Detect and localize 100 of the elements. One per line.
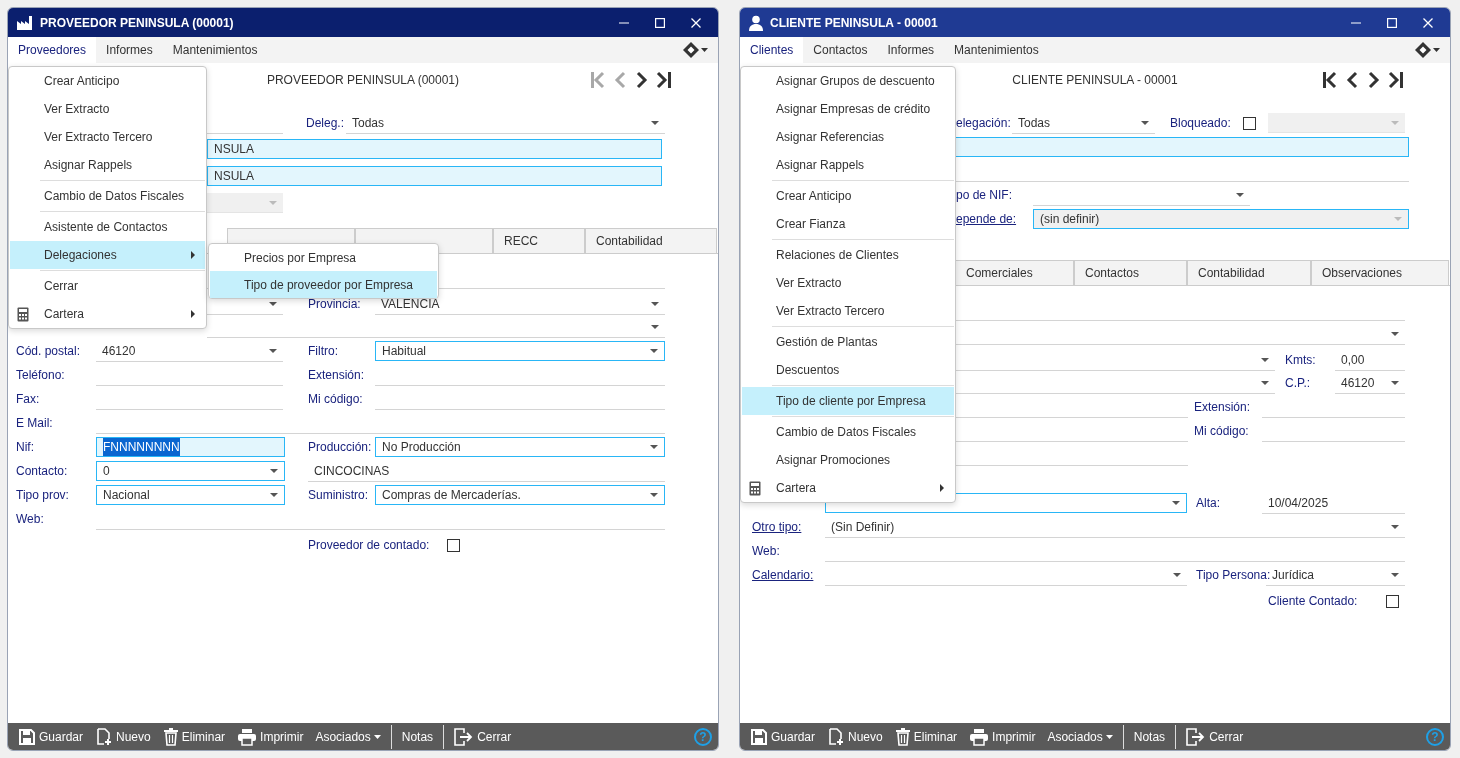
checkbox[interactable] [1386, 594, 1399, 608]
field-label: Producción: [308, 439, 372, 456]
menu-bar-item[interactable]: Proveedores [8, 37, 97, 63]
toolbar-button[interactable]: Imprimir [231, 723, 310, 750]
checkbox[interactable] [447, 538, 460, 552]
menu-bar-item[interactable]: Informes [877, 37, 945, 63]
menu-bar-item[interactable]: Informes [96, 37, 163, 63]
toolbar-button[interactable]: Notas [395, 723, 440, 750]
menu-item[interactable]: Cartera [10, 300, 205, 328]
menu-item[interactable]: Ver Extracto Tercero [10, 123, 205, 151]
last-record-icon[interactable] [1388, 70, 1404, 90]
menu-item[interactable]: Asignar Grupos de descuento [742, 67, 954, 95]
menu-item[interactable]: Asignar Rappels [10, 151, 205, 179]
tab[interactable]: Contabilidad [1187, 260, 1311, 285]
menu-item[interactable]: Asignar Referencias [742, 123, 954, 151]
tab[interactable]: Observaciones [1311, 260, 1449, 285]
toolbar-button[interactable]: Eliminar [156, 723, 232, 750]
menu-bar-item[interactable]: Clientes [740, 37, 804, 63]
input-field[interactable]: 10/04/2025 [1262, 492, 1405, 514]
menu-item[interactable]: Cartera [742, 474, 954, 502]
dropdown-caret-icon [650, 493, 658, 497]
dropdown-caret-icon [1141, 120, 1149, 125]
tab[interactable]: Contactos [1074, 260, 1187, 285]
close-icon[interactable] [691, 17, 701, 28]
menu-item[interactable]: Cambio de Datos Fiscales [742, 418, 954, 446]
last-record-icon[interactable] [656, 70, 672, 90]
dropdown-field[interactable]: 46120 [96, 340, 283, 362]
menu-item[interactable]: Ver Extracto [10, 95, 205, 123]
toolbar-button[interactable]: Guardar [12, 723, 90, 750]
checkbox[interactable] [1243, 116, 1256, 130]
menu-bar-item[interactable]: Mantenimientos [162, 37, 268, 63]
first-record-icon[interactable] [1322, 70, 1338, 90]
input-field[interactable]: 0,00 [1335, 349, 1405, 371]
diamond-icon[interactable] [682, 41, 700, 59]
input-field[interactable]: FNNNNNNNN [96, 437, 285, 457]
menu-item[interactable]: Precios por Empresa [210, 244, 437, 271]
dropdown-field[interactable]: 46120 [1335, 372, 1405, 394]
field-link[interactable]: Otro tipo: [752, 518, 802, 536]
submenu-arrow-icon [191, 310, 195, 318]
input-field[interactable]: NSULA [207, 139, 662, 159]
maximize-icon[interactable] [1387, 17, 1397, 28]
dropdown-field[interactable]: No Producción [375, 437, 665, 457]
menu-item[interactable]: Tipo de proveedor por Empresa [210, 271, 437, 298]
toolbar-button[interactable]: Eliminar [888, 723, 964, 750]
menu-item[interactable]: Descuentos [742, 356, 954, 384]
diamond-icon[interactable] [1414, 41, 1432, 59]
toolbar-button[interactable]: Cerrar [1180, 723, 1250, 750]
caret-icon[interactable] [1433, 48, 1440, 52]
dropdown-field[interactable]: (Sin Definir) [825, 516, 1405, 538]
printer-icon [237, 727, 258, 746]
menu-item[interactable]: Tipo de cliente por Empresa [742, 387, 954, 415]
menu-bar-item[interactable]: Mantenimientos [944, 37, 1049, 63]
toolbar-button[interactable]: Notas [1127, 723, 1172, 750]
input-field[interactable]: NSULA [207, 166, 662, 186]
menu-item[interactable]: Crear Anticipo [10, 67, 205, 95]
menu-item[interactable]: Relaciones de Clientes [742, 241, 954, 269]
tab[interactable]: Contabilidad [585, 228, 717, 253]
dropdown-field[interactable]: Nacional [96, 485, 285, 505]
menu-item[interactable]: Asignar Empresas de crédito [742, 95, 954, 123]
toolbar-button[interactable]: Asociados [309, 723, 387, 750]
toolbar-button[interactable]: Guardar [744, 723, 822, 750]
menu-item[interactable]: Gestión de Plantas [742, 328, 954, 356]
field-link[interactable]: epende de: [956, 210, 1017, 228]
input-field[interactable]: CINCOCINAS [308, 460, 665, 482]
menu-item[interactable]: Ver Extracto Tercero [742, 297, 954, 325]
input-field[interactable] [955, 137, 1409, 157]
dropdown-field[interactable]: Habitual [375, 341, 665, 361]
toolbar-button[interactable]: Nuevo [89, 723, 157, 750]
field-link[interactable]: Calendario: [752, 566, 814, 584]
dropdown-field[interactable]: Todas [346, 112, 665, 134]
toolbar-button[interactable]: Nuevo [821, 723, 889, 750]
toolbar-button[interactable]: Cerrar [448, 723, 518, 750]
menu-item[interactable]: Cerrar [10, 272, 205, 300]
dropdown-caret-icon [270, 493, 278, 497]
maximize-icon[interactable] [655, 17, 665, 28]
dropdown-field[interactable]: Todas [1012, 112, 1155, 134]
tab[interactable]: Comerciales [955, 260, 1074, 285]
menu-item[interactable]: Asistente de Contactos [10, 213, 205, 241]
next-record-icon[interactable] [634, 70, 650, 90]
menu-item[interactable]: Cambio de Datos Fiscales [10, 182, 205, 210]
menu-item[interactable]: Asignar Rappels [742, 151, 954, 179]
menu-bar-item[interactable]: Contactos [803, 37, 878, 63]
toolbar-button[interactable]: Imprimir [963, 723, 1042, 750]
field-label: Extensión: [308, 367, 365, 384]
next-record-icon[interactable] [1366, 70, 1382, 90]
caret-icon[interactable] [701, 48, 708, 52]
menu-item[interactable]: Delegaciones [10, 241, 205, 269]
toolbar-button[interactable]: Asociados [1041, 723, 1119, 750]
menu-item[interactable]: Crear Anticipo [742, 182, 954, 210]
menu-item[interactable]: Crear Fianza [742, 210, 954, 238]
close-icon[interactable] [1423, 17, 1433, 28]
field-label: Contacto: [16, 463, 68, 480]
menu-item[interactable]: Ver Extracto [742, 269, 954, 297]
menu-item[interactable]: Asignar Promociones [742, 446, 954, 474]
previous-record-icon[interactable] [1344, 70, 1360, 90]
dropdown-caret-icon [1261, 380, 1269, 385]
tab[interactable]: RECC [493, 228, 585, 253]
dropdown-field[interactable]: 0 [96, 461, 285, 481]
field-label: elegación: [956, 115, 1011, 132]
dropdown-field[interactable]: Compras de Mercaderías. [375, 485, 665, 505]
